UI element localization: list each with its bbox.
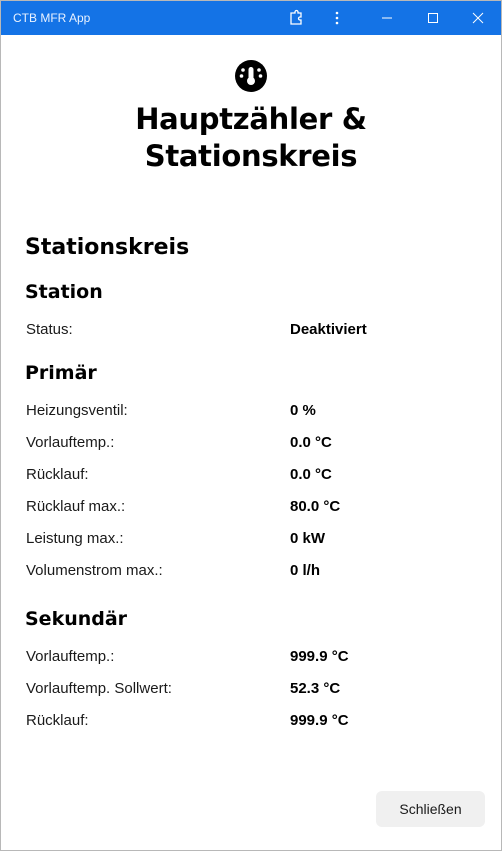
minimize-icon <box>382 17 392 19</box>
section-title: Stationskreis <box>25 235 190 260</box>
thermometer-dial-icon <box>234 59 268 93</box>
station-heading: Station <box>25 281 103 303</box>
secondary-row-supply-setpoint: Vorlauftemp. Sollwert: 52.3 °C <box>25 673 485 705</box>
close-icon <box>472 12 484 24</box>
row-label: Rücklauf max.: <box>26 498 126 515</box>
row-label: Vorlauftemp.: <box>26 434 115 451</box>
row-value: 0.0 °C <box>290 466 332 483</box>
secondary-row-supply-temp: Vorlauftemp.: 999.9 °C <box>25 641 485 673</box>
page-title: Hauptzähler & Stationskreis <box>135 102 367 173</box>
row-value: Deaktiviert <box>290 321 367 338</box>
secondary-heading: Sekundär <box>25 608 128 630</box>
primary-row-power-max: Leistung max.: 0 kW <box>25 523 485 555</box>
page-header: Hauptzähler & Stationskreis <box>1 59 501 175</box>
row-value: 999.9 °C <box>290 712 349 729</box>
row-value: 999.9 °C <box>290 648 349 665</box>
row-label: Vorlauftemp.: <box>26 648 115 665</box>
details-content: Stationskreis Station Status: Deaktivier… <box>25 231 485 737</box>
row-label: Rücklauf: <box>26 466 89 483</box>
primary-row-return-max: Rücklauf max.: 80.0 °C <box>25 491 485 523</box>
row-value: 52.3 °C <box>290 680 341 697</box>
extensions-button[interactable] <box>273 1 319 35</box>
row-label: Volumenstrom max.: <box>26 562 163 579</box>
row-value: 0 l/h <box>290 562 321 579</box>
primary-row-heating-valve: Heizungsventil: 0 % <box>25 395 485 427</box>
row-value: 0 kW <box>290 530 326 547</box>
row-label: Heizungsventil: <box>26 402 128 419</box>
primary-row-flow-max: Volumenstrom max.: 0 l/h <box>25 555 485 587</box>
secondary-row-return: Rücklauf: 999.9 °C <box>25 705 485 737</box>
station-status-row: Status: Deaktiviert <box>25 314 485 346</box>
primary-heading: Primär <box>25 362 97 384</box>
row-value: 0 % <box>290 402 316 419</box>
row-label: Status: <box>26 321 73 338</box>
more-options-button[interactable] <box>314 1 360 35</box>
minimize-button[interactable] <box>364 1 410 35</box>
maximize-button[interactable] <box>410 1 456 35</box>
close-window-button[interactable] <box>455 1 501 35</box>
maximize-icon <box>428 13 438 23</box>
row-label: Rücklauf: <box>26 712 89 729</box>
primary-row-return: Rücklauf: 0.0 °C <box>25 459 485 491</box>
row-value: 80.0 °C <box>290 498 341 515</box>
more-vertical-icon <box>335 11 339 25</box>
row-value: 0.0 °C <box>290 434 332 451</box>
close-button[interactable]: Schließen <box>376 791 485 827</box>
row-label: Leistung max.: <box>26 530 124 547</box>
row-label: Vorlauftemp. Sollwert: <box>26 680 172 697</box>
puzzle-icon <box>290 9 302 25</box>
primary-row-supply-temp: Vorlauftemp.: 0.0 °C <box>25 427 485 459</box>
title-bar[interactable]: CTB MFR App <box>1 1 501 35</box>
app-window: CTB MFR App Hauptzähler & Stationskreis … <box>0 0 502 851</box>
window-title: CTB MFR App <box>13 11 91 25</box>
